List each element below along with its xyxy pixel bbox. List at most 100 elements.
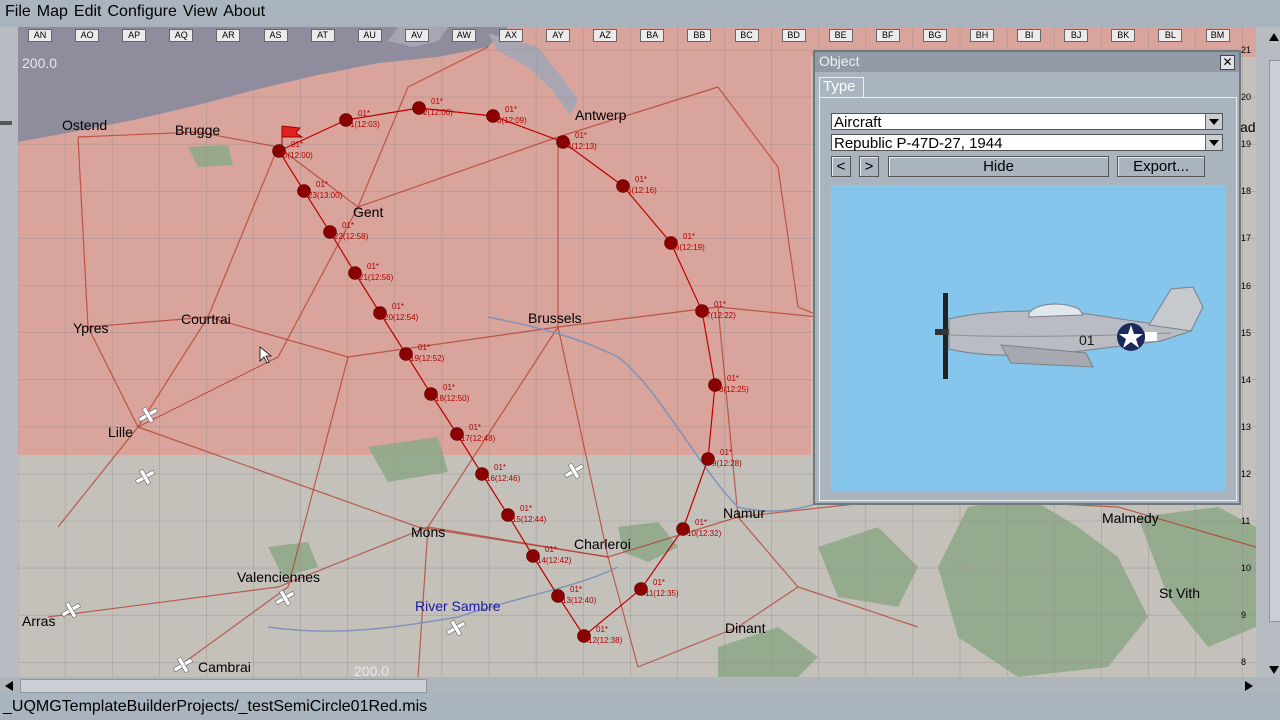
- waypoint-label: 01*: [683, 232, 695, 241]
- model-select[interactable]: Republic P-47D-27, 1944: [831, 134, 1223, 152]
- scroll-up-arrow-icon[interactable]: [1268, 30, 1280, 42]
- airfield-icon[interactable]: [561, 459, 586, 483]
- waypoint-label: 01*: [358, 109, 370, 118]
- city-label: Antwerp: [575, 107, 627, 123]
- dialog-title-bar[interactable]: Object ✕: [815, 52, 1239, 72]
- waypoint-time: 6(12:19): [675, 243, 705, 252]
- menu-about[interactable]: About: [217, 3, 265, 21]
- grid-row-header: 11: [1241, 516, 1251, 526]
- waypoint-time: 9(12:28): [712, 459, 742, 468]
- grid-row-header: 13: [1241, 421, 1252, 432]
- grid-column-header: BJ: [1064, 29, 1089, 42]
- waypoint-time: 10(12:32): [687, 529, 722, 538]
- grid-column-header: BB: [687, 29, 712, 42]
- grid-column-header: AV: [404, 29, 429, 42]
- waypoint-time: 16(12:46): [486, 474, 521, 483]
- waypoint-label: 01*: [727, 374, 739, 383]
- waypoint-time: 4(12:13): [567, 142, 597, 151]
- airfield-icon[interactable]: [443, 616, 468, 640]
- grid-column-header: AQ: [169, 29, 194, 42]
- grid-row-header: 9: [1241, 610, 1247, 621]
- menu-view[interactable]: View: [177, 3, 217, 21]
- tab-type[interactable]: Type: [819, 77, 864, 98]
- waypoint-time: 12(12:38): [588, 636, 623, 645]
- airfield-icon[interactable]: [58, 598, 83, 622]
- waypoint-label: 01*: [520, 504, 532, 513]
- waypoint-time: 0(12:00): [283, 151, 313, 160]
- scroll-down-arrow-icon[interactable]: [1268, 663, 1280, 675]
- river-label: River Sambre: [415, 598, 501, 614]
- altitude-label-bottom: 200.0: [354, 663, 390, 677]
- menu-bar: File Map Edit Configure View About: [0, 0, 1280, 24]
- close-icon[interactable]: ✕: [1220, 55, 1235, 70]
- export-button[interactable]: Export...: [1117, 156, 1205, 177]
- waypoint-label: 01*: [431, 97, 443, 106]
- city-label: Ypres: [73, 320, 109, 336]
- grid-row-header: 16: [1241, 280, 1252, 291]
- grid-column-header: AO: [75, 29, 100, 42]
- waypoint-label: 01*: [367, 262, 379, 271]
- waypoint-label: 01*: [714, 300, 726, 309]
- aircraft-code-label: 01: [1079, 332, 1095, 348]
- waypoint-label: 01*: [392, 302, 404, 311]
- menu-configure[interactable]: Configure: [101, 3, 176, 21]
- grid-row-header: 20: [1241, 92, 1252, 103]
- waypoint-label: 01*: [635, 175, 647, 184]
- grid-column-header: BD: [781, 29, 806, 42]
- city-label: Lille: [108, 424, 133, 440]
- menu-file[interactable]: File: [0, 3, 31, 21]
- waypoint-time: 17(12:48): [461, 434, 496, 443]
- waypoint-time: 20(12:54): [384, 313, 419, 322]
- menu-edit[interactable]: Edit: [68, 3, 102, 21]
- chevron-down-icon[interactable]: [1205, 114, 1222, 129]
- grid-row-header: 21: [1241, 45, 1252, 55]
- grid-column-header: AX: [499, 29, 523, 42]
- waypoint-time: 18(12:50): [435, 394, 470, 403]
- waypoint-label: 01*: [342, 221, 354, 230]
- chevron-down-icon[interactable]: [1205, 135, 1222, 150]
- horizontal-scroll-thumb[interactable]: [20, 679, 427, 693]
- city-label: St Vith: [1159, 585, 1200, 601]
- altitude-label-top: 200.0: [22, 55, 58, 71]
- grid-column-header: BK: [1111, 29, 1136, 42]
- grid-column-header: BM: [1205, 29, 1230, 42]
- city-label: Brugge: [175, 122, 220, 138]
- waypoint-time: 11(12:35): [645, 589, 679, 598]
- waypoint-time: 23(13:00): [308, 191, 343, 200]
- city-label: Malmedy: [1102, 510, 1159, 526]
- city-label: Namur: [723, 505, 765, 521]
- grid-column-header: AS: [263, 29, 288, 42]
- waypoint-time: 21(12:56): [359, 273, 394, 282]
- category-select[interactable]: Aircraft: [831, 113, 1223, 131]
- grid-row-header: 15: [1241, 327, 1252, 338]
- grid-column-headers: AN AO AP AQ AR AS AT AU AV AW AX AY AZ BA BB BC BD BE BF BG…: [18, 29, 1256, 42]
- waypoint-label: 01*: [720, 448, 732, 457]
- previous-button[interactable]: <: [831, 156, 851, 177]
- hide-button[interactable]: Hide: [888, 156, 1109, 177]
- model-select-value: Republic P-47D-27, 1944: [834, 135, 1003, 152]
- waypoint-time: 3(12:09): [497, 116, 527, 125]
- grid-column-header: AR: [216, 29, 241, 42]
- waypoint-time: 7(12:22): [706, 311, 736, 320]
- waypoint-time: 14(12:42): [537, 556, 572, 565]
- grid-column-header: AT: [310, 29, 335, 42]
- waypoint-time: 1(12:03): [350, 120, 380, 129]
- dialog-title: Object: [819, 53, 860, 69]
- city-label: Cambrai: [198, 659, 251, 675]
- grid-column-header: BA: [640, 29, 665, 42]
- menu-map[interactable]: Map: [31, 3, 68, 21]
- category-select-value: Aircraft: [834, 114, 882, 131]
- city-label: Mons: [411, 524, 445, 540]
- waypoint-time: 19(12:52): [410, 354, 445, 363]
- next-button[interactable]: >: [859, 156, 879, 177]
- grid-column-header: AP: [122, 29, 147, 42]
- p47-aircraft-image: 01: [935, 286, 1204, 379]
- grid-row-header: 17: [1241, 233, 1252, 244]
- vertical-scroll-thumb[interactable]: [1269, 60, 1280, 622]
- airfield-icon[interactable]: [132, 465, 157, 489]
- grid-column-header: AW: [451, 29, 476, 42]
- waypoint-time: 15(12:44): [512, 515, 547, 524]
- waypoint-label: 01*: [418, 343, 430, 352]
- waypoint-label: 01*: [505, 105, 517, 114]
- object-dialog: Object ✕ Type Aircraft Republic P-47D-27…: [813, 50, 1241, 505]
